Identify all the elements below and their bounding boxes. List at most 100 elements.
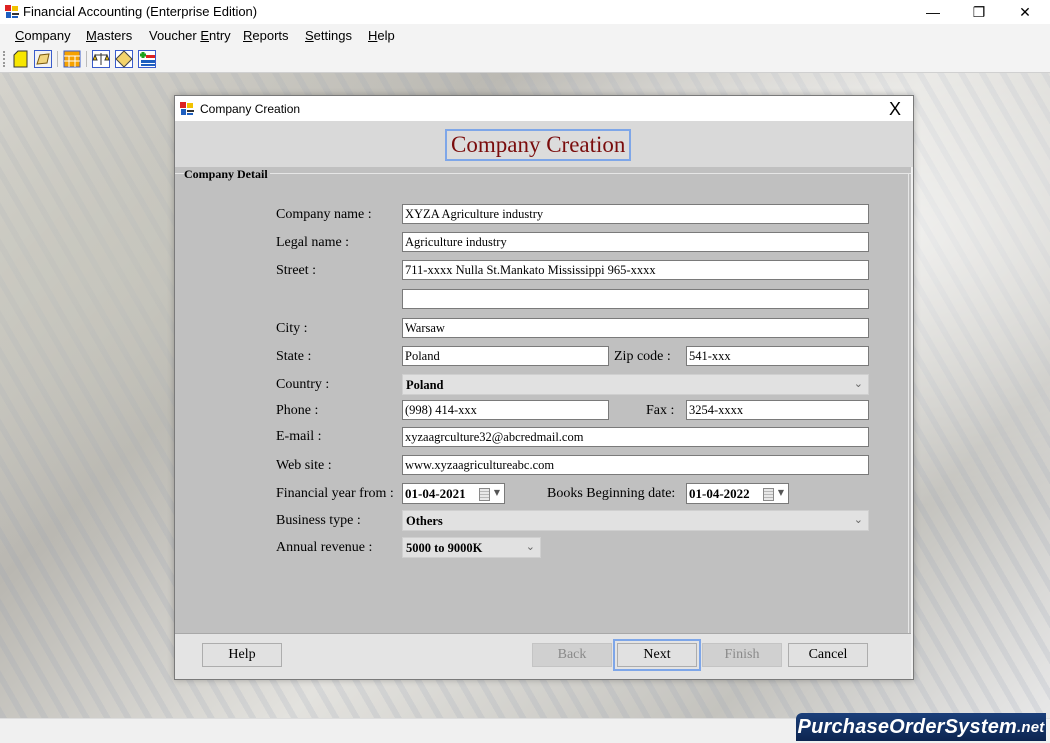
balance-scale-icon[interactable]: [92, 50, 110, 68]
menu-help-accel: H: [368, 28, 378, 43]
minimize-button[interactable]: —: [910, 0, 956, 24]
city-input[interactable]: Warsaw: [402, 318, 869, 338]
dialog-titlebar[interactable]: Company Creation X: [175, 96, 913, 121]
app-title: Financial Accounting (Enterprise Edition…: [23, 4, 258, 19]
street-input[interactable]: 711-xxxx Nulla St.Mankato Mississippi 96…: [402, 260, 869, 280]
street-label: Street :: [276, 263, 317, 278]
financial-year-datepicker[interactable]: 01-04-2021 ▼: [402, 483, 505, 504]
fax-input[interactable]: 3254-xxxx: [686, 400, 869, 420]
back-button[interactable]: Back: [532, 643, 612, 667]
menu-masters-accel: M: [86, 28, 97, 43]
menu-settings-label: ettings: [313, 28, 352, 43]
watermark-suffix: .net: [1017, 718, 1045, 736]
annual-revenue-select[interactable]: 5000 to 9000K ⌄: [402, 537, 541, 558]
dropdown-arrow-icon[interactable]: ▼: [494, 488, 500, 497]
menu-company-accel: C: [15, 28, 25, 43]
website-label: Web site :: [276, 458, 332, 473]
state-input[interactable]: Poland: [402, 346, 609, 366]
ledger-grid-icon[interactable]: [63, 50, 81, 68]
street-line2-input[interactable]: [402, 289, 869, 309]
company-detail-group: Company Detail Company name : XYZA Agric…: [175, 167, 911, 633]
next-button[interactable]: Next: [613, 639, 701, 671]
phone-label: Phone :: [276, 403, 319, 418]
dialog-header: Company Creation: [175, 121, 913, 167]
menu-settings[interactable]: Settings: [305, 28, 352, 43]
books-beginning-datepicker[interactable]: 01-04-2022 ▼: [686, 483, 789, 504]
phone-input[interactable]: (998) 414-xxx: [402, 400, 609, 420]
country-label: Country :: [276, 377, 330, 392]
zip-code-input[interactable]: 541-xxx: [686, 346, 869, 366]
dialog-app-icon: [180, 102, 194, 115]
menu-voucher-entry[interactable]: Voucher Entry: [149, 28, 231, 43]
voucher-icon[interactable]: [115, 50, 133, 68]
company-name-input[interactable]: XYZA Agriculture industry: [402, 204, 869, 224]
cancel-button[interactable]: Cancel: [788, 643, 868, 667]
country-select[interactable]: Poland ⌄: [402, 374, 869, 395]
dialog-title: Company Creation: [200, 102, 301, 116]
fax-label: Fax :: [646, 403, 675, 418]
close-icon: X: [888, 98, 901, 119]
menu-settings-accel: S: [305, 28, 314, 43]
calendar-icon[interactable]: [479, 488, 490, 501]
minimize-icon: —: [926, 4, 940, 20]
menu-voucher-label: ntry: [209, 28, 231, 43]
books-beginning-label: Books Beginning date:: [547, 486, 676, 501]
dropdown-arrow-icon[interactable]: ▼: [778, 488, 784, 497]
toolbar-separator: [57, 51, 58, 67]
app-logo-icon: [5, 5, 19, 18]
menu-voucher-accel: E: [200, 28, 209, 43]
menu-masters-label: asters: [96, 28, 133, 43]
website-input[interactable]: www.xyzaagricultureabc.com: [402, 455, 869, 475]
email-input[interactable]: xyzaagrculture32@abcredmail.com: [402, 427, 869, 447]
menu-reports[interactable]: Reports: [243, 28, 289, 43]
toolbar-separator: [86, 51, 87, 67]
company-name-label: Company name :: [276, 207, 372, 222]
menu-reports-accel: R: [243, 28, 253, 43]
email-label: E-mail :: [276, 429, 322, 444]
group-border-top: [175, 173, 911, 174]
toolbar-grip[interactable]: [3, 51, 7, 67]
menu-company[interactable]: Company: [15, 28, 71, 43]
menu-reports-label: eports: [252, 28, 289, 43]
menu-help-label: elp: [377, 28, 395, 43]
menu-masters[interactable]: Masters: [86, 28, 132, 43]
books-beginning-value: 01-04-2022: [689, 486, 750, 501]
restore-button[interactable]: ❐: [956, 0, 1002, 24]
dialog-close-button[interactable]: X: [881, 98, 909, 120]
financial-year-value: 01-04-2021: [405, 486, 466, 501]
group-border-right: [908, 173, 909, 633]
business-type-value: Others: [406, 514, 443, 528]
restore-icon: ❐: [972, 3, 986, 20]
dialog-header-title: Company Creation: [445, 129, 632, 161]
menu-help[interactable]: Help: [368, 28, 395, 43]
dialog-footer: Help Back Next Finish Cancel: [175, 633, 911, 679]
state-label: State :: [276, 349, 312, 364]
menu-bar: Company Masters Voucher Entry Reports Se…: [0, 24, 1050, 46]
business-type-select[interactable]: Others ⌄: [402, 510, 869, 531]
legal-name-input[interactable]: Agriculture industry: [402, 232, 869, 252]
country-value: Poland: [406, 378, 444, 392]
finish-button[interactable]: Finish: [702, 643, 782, 667]
add-entry-icon[interactable]: [138, 50, 156, 68]
annual-revenue-label: Annual revenue :: [276, 540, 373, 555]
chevron-down-icon: ⌄: [525, 540, 535, 553]
menu-voucher-pre: Voucher: [149, 28, 201, 43]
city-label: City :: [276, 321, 308, 336]
calendar-icon[interactable]: [763, 488, 774, 501]
watermark-main: PurchaseOrderSystem: [797, 715, 1017, 738]
zip-code-label: Zip code :: [614, 349, 671, 364]
new-company-icon[interactable]: [11, 50, 29, 68]
financial-year-label: Financial year from :: [276, 486, 394, 501]
business-type-label: Business type :: [276, 513, 361, 528]
close-window-button[interactable]: ✕: [1002, 0, 1048, 24]
watermark-banner: PurchaseOrderSystem .net: [796, 713, 1046, 741]
app-titlebar: Financial Accounting (Enterprise Edition…: [0, 0, 1050, 24]
legal-name-label: Legal name :: [276, 235, 350, 250]
toolbar: [0, 46, 1050, 73]
group-label: Company Detail: [184, 167, 270, 182]
help-button[interactable]: Help: [202, 643, 282, 667]
company-creation-dialog: Company Creation X Company Creation Comp…: [174, 95, 914, 680]
menu-company-label: ompany: [24, 28, 71, 43]
open-company-icon[interactable]: [34, 50, 52, 68]
chevron-down-icon: ⌄: [853, 513, 863, 526]
